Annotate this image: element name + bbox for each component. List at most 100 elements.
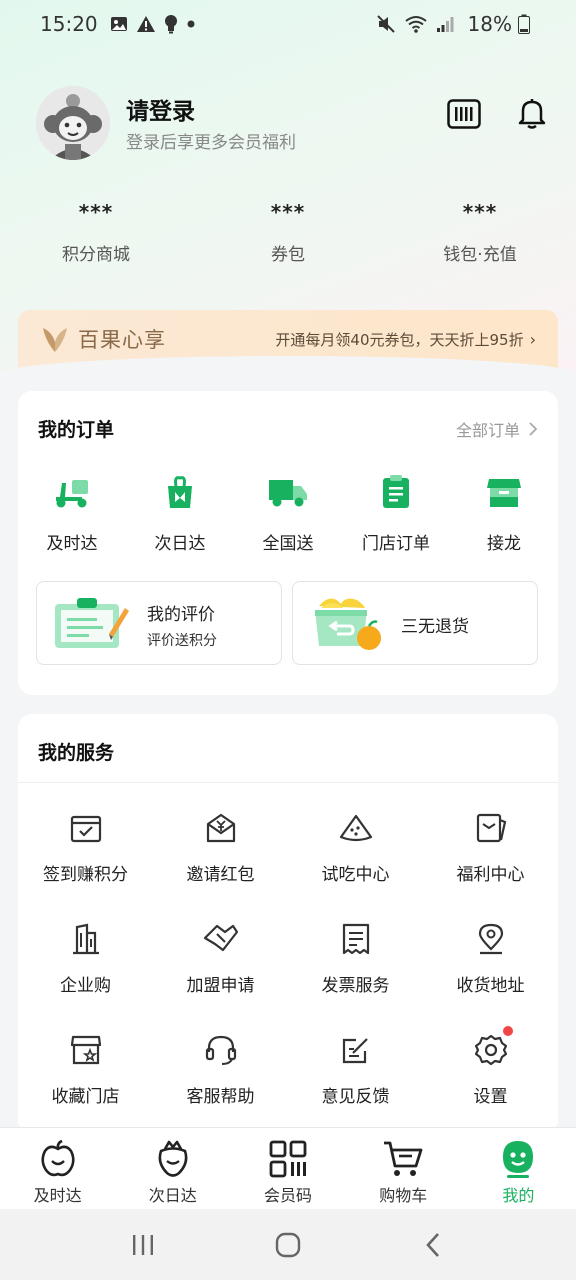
home-button[interactable] — [258, 1220, 318, 1270]
tab-member-code[interactable]: 会员码 — [230, 1128, 345, 1209]
back-button[interactable] — [403, 1220, 463, 1270]
signal-icon — [436, 15, 454, 33]
coupon-stat[interactable]: *** 券包 — [192, 200, 384, 280]
service-label: 加盟申请 — [186, 976, 255, 996]
review-clipboard-icon — [55, 598, 129, 648]
order-type-label: 门店订单 — [362, 534, 430, 554]
location-pin-icon — [478, 923, 503, 955]
service-checkin[interactable]: 签到赚积分 — [18, 810, 153, 885]
services-grid: 签到赚积分 邀请红包 试吃中心 福利中心 企业购 加盟申请 发票服务 收货地址 — [18, 810, 558, 1107]
all-orders-link[interactable]: 全部订单 — [456, 417, 540, 441]
fruit-box-icon — [315, 598, 381, 650]
qr-code-icon — [269, 1140, 307, 1178]
service-franchise[interactable]: 加盟申请 — [153, 921, 288, 996]
tab-label: 我的 — [502, 1186, 535, 1205]
order-type-nationwide[interactable]: 全国送 — [234, 473, 342, 554]
no-hassle-returns-box[interactable]: 三无退货 — [292, 581, 538, 665]
order-type-next-day[interactable]: 次日达 — [126, 473, 234, 554]
order-type-label: 接龙 — [487, 534, 521, 554]
review-title: 我的评价 — [147, 605, 215, 625]
clipboard-icon — [383, 475, 409, 508]
handshake-icon — [203, 924, 238, 952]
service-fav-stores[interactable]: 收藏门店 — [18, 1032, 153, 1107]
calendar-check-icon — [70, 815, 101, 843]
points-mall-stat[interactable]: *** 积分商城 — [0, 200, 192, 280]
wifi-icon — [404, 14, 428, 34]
review-subtitle: 评价送积分 — [147, 633, 217, 649]
gift-card-icon — [476, 813, 506, 843]
bulb-icon — [164, 14, 178, 34]
avatar[interactable] — [36, 86, 110, 160]
bell-icon — [518, 99, 546, 129]
stat-value: *** — [462, 200, 498, 224]
monkey-avatar-icon — [36, 86, 110, 160]
service-label: 设置 — [473, 1087, 508, 1107]
all-orders-label: 全部订单 — [455, 421, 520, 440]
divider — [18, 782, 558, 783]
stat-value: *** — [78, 200, 114, 224]
notification-dot — [503, 1026, 513, 1036]
my-reviews-box[interactable]: 我的评价 评价送积分 — [36, 581, 282, 665]
system-navigation-bar — [0, 1209, 576, 1280]
service-label: 试吃中心 — [321, 865, 390, 885]
tab-label: 会员码 — [264, 1186, 313, 1205]
service-invoice[interactable]: 发票服务 — [288, 921, 423, 996]
wallet-stat[interactable]: *** 钱包·充值 — [384, 200, 576, 280]
tab-cart[interactable]: 购物车 — [346, 1128, 461, 1209]
service-label: 收货地址 — [456, 976, 525, 996]
scooter-icon — [56, 480, 88, 508]
image-notification-icon — [110, 15, 128, 33]
tab-instant[interactable]: 及时达 — [0, 1128, 115, 1209]
login-title[interactable]: 请登录 — [126, 92, 195, 126]
tab-label: 及时达 — [33, 1186, 82, 1205]
building-icon — [72, 923, 99, 955]
chevron-right-icon: › — [529, 329, 536, 349]
chevron-right-icon — [529, 422, 538, 436]
orders-title: 我的订单 — [38, 419, 115, 441]
gear-icon — [474, 1034, 507, 1066]
login-subtitle: 登录后享更多会员福利 — [126, 133, 296, 153]
my-orders-card: 我的订单 全部订单 及时达 次日达 全国送 门店订单 接龙 我的评价 评价送积分… — [18, 391, 558, 695]
apple-icon — [41, 1139, 75, 1177]
service-address[interactable]: 收货地址 — [423, 921, 558, 996]
order-extras: 我的评价 评价送积分 三无退货 — [36, 581, 538, 665]
headset-icon — [205, 1035, 236, 1065]
banner-promo: 开通每月领40元券包，天天折上95折 — [275, 330, 524, 349]
leaf-logo-icon — [43, 328, 67, 352]
tab-mine[interactable]: 我的 — [461, 1128, 576, 1209]
status-time: 15:20 — [40, 12, 98, 36]
store-icon — [487, 479, 521, 507]
tab-next-day[interactable]: 次日达 — [115, 1128, 230, 1209]
service-welfare[interactable]: 福利中心 — [423, 810, 558, 885]
order-type-store[interactable]: 门店订单 — [342, 473, 450, 554]
scan-barcode-button[interactable] — [446, 96, 482, 132]
order-type-label: 全国送 — [262, 534, 314, 554]
bag-icon — [168, 476, 192, 508]
order-types: 及时达 次日达 全国送 门店订单 接龙 — [18, 473, 558, 554]
notification-bell-button[interactable] — [514, 96, 550, 132]
service-label: 收藏门店 — [51, 1087, 120, 1107]
recent-apps-button[interactable] — [113, 1220, 173, 1270]
service-settings[interactable]: 设置 — [423, 1026, 558, 1107]
status-bar: 15:20 18% — [0, 0, 576, 48]
back-icon — [426, 1232, 440, 1257]
my-services-card: 我的服务 签到赚积分 邀请红包 试吃中心 福利中心 企业购 加盟申请 发票服务 … — [18, 714, 558, 1134]
order-type-instant[interactable]: 及时达 — [18, 473, 126, 554]
service-tasting[interactable]: 试吃中心 — [288, 810, 423, 885]
smile-face-icon — [503, 1141, 534, 1178]
home-icon — [275, 1232, 301, 1257]
service-label: 企业购 — [60, 976, 111, 996]
service-feedback[interactable]: 意见反馈 — [288, 1032, 423, 1107]
order-type-group-buy[interactable]: 接龙 — [450, 473, 558, 554]
truck-icon — [269, 480, 307, 507]
service-label: 客服帮助 — [186, 1087, 255, 1107]
edit-note-icon — [342, 1038, 368, 1064]
stat-value: *** — [270, 200, 306, 224]
service-enterprise[interactable]: 企业购 — [18, 921, 153, 996]
cart-icon — [384, 1141, 423, 1176]
service-invite[interactable]: 邀请红包 — [153, 810, 288, 885]
service-customer-help[interactable]: 客服帮助 — [153, 1032, 288, 1107]
bottom-tab-bar: 及时达 次日达 会员码 购物车 我的 — [0, 1127, 576, 1209]
order-type-label: 次日达 — [154, 534, 206, 554]
mute-icon — [376, 14, 396, 34]
